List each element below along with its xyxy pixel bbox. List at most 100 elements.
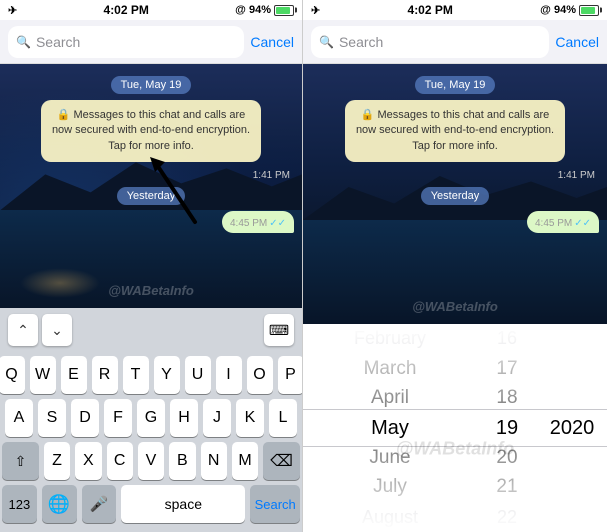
- search-placeholder-right: Search: [339, 34, 383, 50]
- check-marks-right: ✓✓: [574, 218, 591, 229]
- picker-day-16[interactable]: 16: [477, 324, 537, 354]
- picker-month-jul[interactable]: July: [303, 473, 477, 503]
- key-r[interactable]: R: [92, 356, 118, 394]
- picker-day-18[interactable]: 18: [477, 383, 537, 413]
- status-left: ✈: [8, 4, 17, 17]
- key-q[interactable]: Q: [0, 356, 25, 394]
- key-j[interactable]: J: [203, 399, 231, 437]
- search-input-wrap[interactable]: 🔍 Search: [8, 26, 244, 58]
- chevron-up-btn[interactable]: ⌃: [8, 314, 38, 346]
- key-v[interactable]: V: [138, 442, 164, 480]
- picker-month-may[interactable]: May: [303, 413, 477, 443]
- picker-month-aug[interactable]: August: [303, 502, 477, 532]
- key-mic[interactable]: 🎤: [82, 485, 117, 523]
- picker-year-empty3[interactable]: [537, 383, 607, 413]
- cancel-button-right[interactable]: Cancel: [555, 34, 599, 50]
- search-bar-left[interactable]: 🔍 Search Cancel: [0, 20, 302, 64]
- key-h[interactable]: H: [170, 399, 198, 437]
- search-icon-right: 🔍: [319, 35, 334, 49]
- right-panel: ✈ 4:02 PM @ 94% 🔍 Search Cancel Tue, May…: [303, 0, 607, 532]
- key-s[interactable]: S: [38, 399, 66, 437]
- lock-icon: 🔒: [57, 109, 71, 121]
- key-a[interactable]: A: [5, 399, 33, 437]
- search-bar-right[interactable]: 🔍 Search Cancel: [303, 20, 607, 64]
- picker-year-empty6[interactable]: [537, 473, 607, 503]
- key-t[interactable]: T: [123, 356, 149, 394]
- picker-month-col[interactable]: February March April May June July Augus…: [303, 324, 477, 532]
- picker-month-mar[interactable]: March: [303, 354, 477, 384]
- key-l[interactable]: L: [269, 399, 297, 437]
- picker-year-empty7[interactable]: [537, 502, 607, 532]
- keyboard: Q W E R T Y U I O P A S D F G H J K L ⇧ …: [0, 352, 302, 532]
- picker-day-20[interactable]: 20: [477, 443, 537, 473]
- status-right-right: @ 94%: [540, 4, 599, 16]
- date-picker[interactable]: February March April May June July Augus…: [303, 324, 607, 532]
- time-row-right: 1:41 PM: [311, 170, 599, 181]
- chevron-down-btn[interactable]: ⌄: [42, 314, 72, 346]
- picker-year-empty2[interactable]: [537, 354, 607, 384]
- yesterday-badge-right: Yesterday: [421, 187, 490, 205]
- time-right: 4:02 PM: [408, 3, 453, 17]
- key-c[interactable]: C: [107, 442, 133, 480]
- key-row-3: ⇧ Z X C V B N M ⌫: [2, 442, 300, 480]
- status-right-left: ✈: [311, 4, 320, 17]
- picker-day-col[interactable]: 16 17 18 19 20 21 22: [477, 324, 537, 532]
- cancel-button-left[interactable]: Cancel: [250, 34, 294, 50]
- search-placeholder: Search: [36, 34, 80, 50]
- key-num[interactable]: 123: [2, 485, 37, 523]
- system-message-text: Messages to this chat and calls are now …: [52, 109, 250, 152]
- key-space[interactable]: space: [121, 485, 245, 523]
- key-g[interactable]: G: [137, 399, 165, 437]
- signal-text-right: @ 94%: [540, 4, 576, 16]
- chat-background-right: Tue, May 19 🔒 Messages to this chat and …: [303, 64, 607, 324]
- key-o[interactable]: O: [247, 356, 273, 394]
- picker-year-col[interactable]: 2020: [537, 324, 607, 532]
- picker-day-17[interactable]: 17: [477, 354, 537, 384]
- picker-day-19[interactable]: 19: [477, 413, 537, 443]
- key-b[interactable]: B: [169, 442, 195, 480]
- picker-month-apr[interactable]: April: [303, 383, 477, 413]
- picker-year-2020[interactable]: 2020: [537, 413, 607, 443]
- key-row-4: 123 🌐 🎤 space Search: [2, 485, 300, 523]
- battery-fill: [276, 7, 290, 14]
- key-d[interactable]: D: [71, 399, 99, 437]
- picker-month-feb[interactable]: February: [303, 324, 477, 354]
- yesterday-badge: Yesterday: [117, 187, 186, 205]
- picker-year-empty5[interactable]: [537, 443, 607, 473]
- time-row-1: 1:41 PM: [8, 170, 294, 181]
- key-delete[interactable]: ⌫: [263, 442, 300, 480]
- picker-month-jun[interactable]: June: [303, 443, 477, 473]
- key-f[interactable]: F: [104, 399, 132, 437]
- search-input-wrap-right[interactable]: 🔍 Search: [311, 26, 549, 58]
- key-z[interactable]: Z: [44, 442, 70, 480]
- bubble-meta-right: 4:45 PM ✓✓: [535, 218, 591, 229]
- key-globe[interactable]: 🌐: [42, 485, 77, 523]
- key-shift[interactable]: ⇧: [2, 442, 39, 480]
- status-bar-left: ✈ 4:02 PM @ 94%: [0, 0, 302, 20]
- airplane-icon-right: ✈: [311, 4, 320, 17]
- picker-day-22[interactable]: 22: [477, 502, 537, 532]
- key-k[interactable]: K: [236, 399, 264, 437]
- key-e[interactable]: E: [61, 356, 87, 394]
- key-y[interactable]: Y: [154, 356, 180, 394]
- key-u[interactable]: U: [185, 356, 211, 394]
- keyboard-toolbar: ⌃ ⌄ ⌨: [0, 308, 302, 352]
- key-search[interactable]: Search: [250, 485, 300, 523]
- key-i[interactable]: I: [216, 356, 242, 394]
- left-panel: ✈ 4:02 PM @ 94% 🔍 Search Cancel Tue, May…: [0, 0, 303, 532]
- watermark-left: @WABetaInfo: [108, 283, 194, 298]
- chat-messages: Tue, May 19 🔒 Messages to this chat and …: [0, 64, 302, 308]
- picker-day-21[interactable]: 21: [477, 473, 537, 503]
- battery-icon: [274, 5, 294, 16]
- signal-text: @ 94%: [235, 4, 271, 16]
- system-message-text-right: Messages to this chat and calls are now …: [356, 109, 554, 152]
- bubble-time-right: 4:45 PM: [535, 218, 572, 229]
- picker-year-empty1[interactable]: [537, 324, 607, 354]
- keyboard-icon-btn[interactable]: ⌨: [264, 314, 294, 346]
- key-p[interactable]: P: [278, 356, 304, 394]
- key-m[interactable]: M: [232, 442, 258, 480]
- bubble-outgoing: 4:45 PM ✓✓: [222, 211, 294, 233]
- key-n[interactable]: N: [201, 442, 227, 480]
- key-w[interactable]: W: [30, 356, 56, 394]
- key-x[interactable]: X: [75, 442, 101, 480]
